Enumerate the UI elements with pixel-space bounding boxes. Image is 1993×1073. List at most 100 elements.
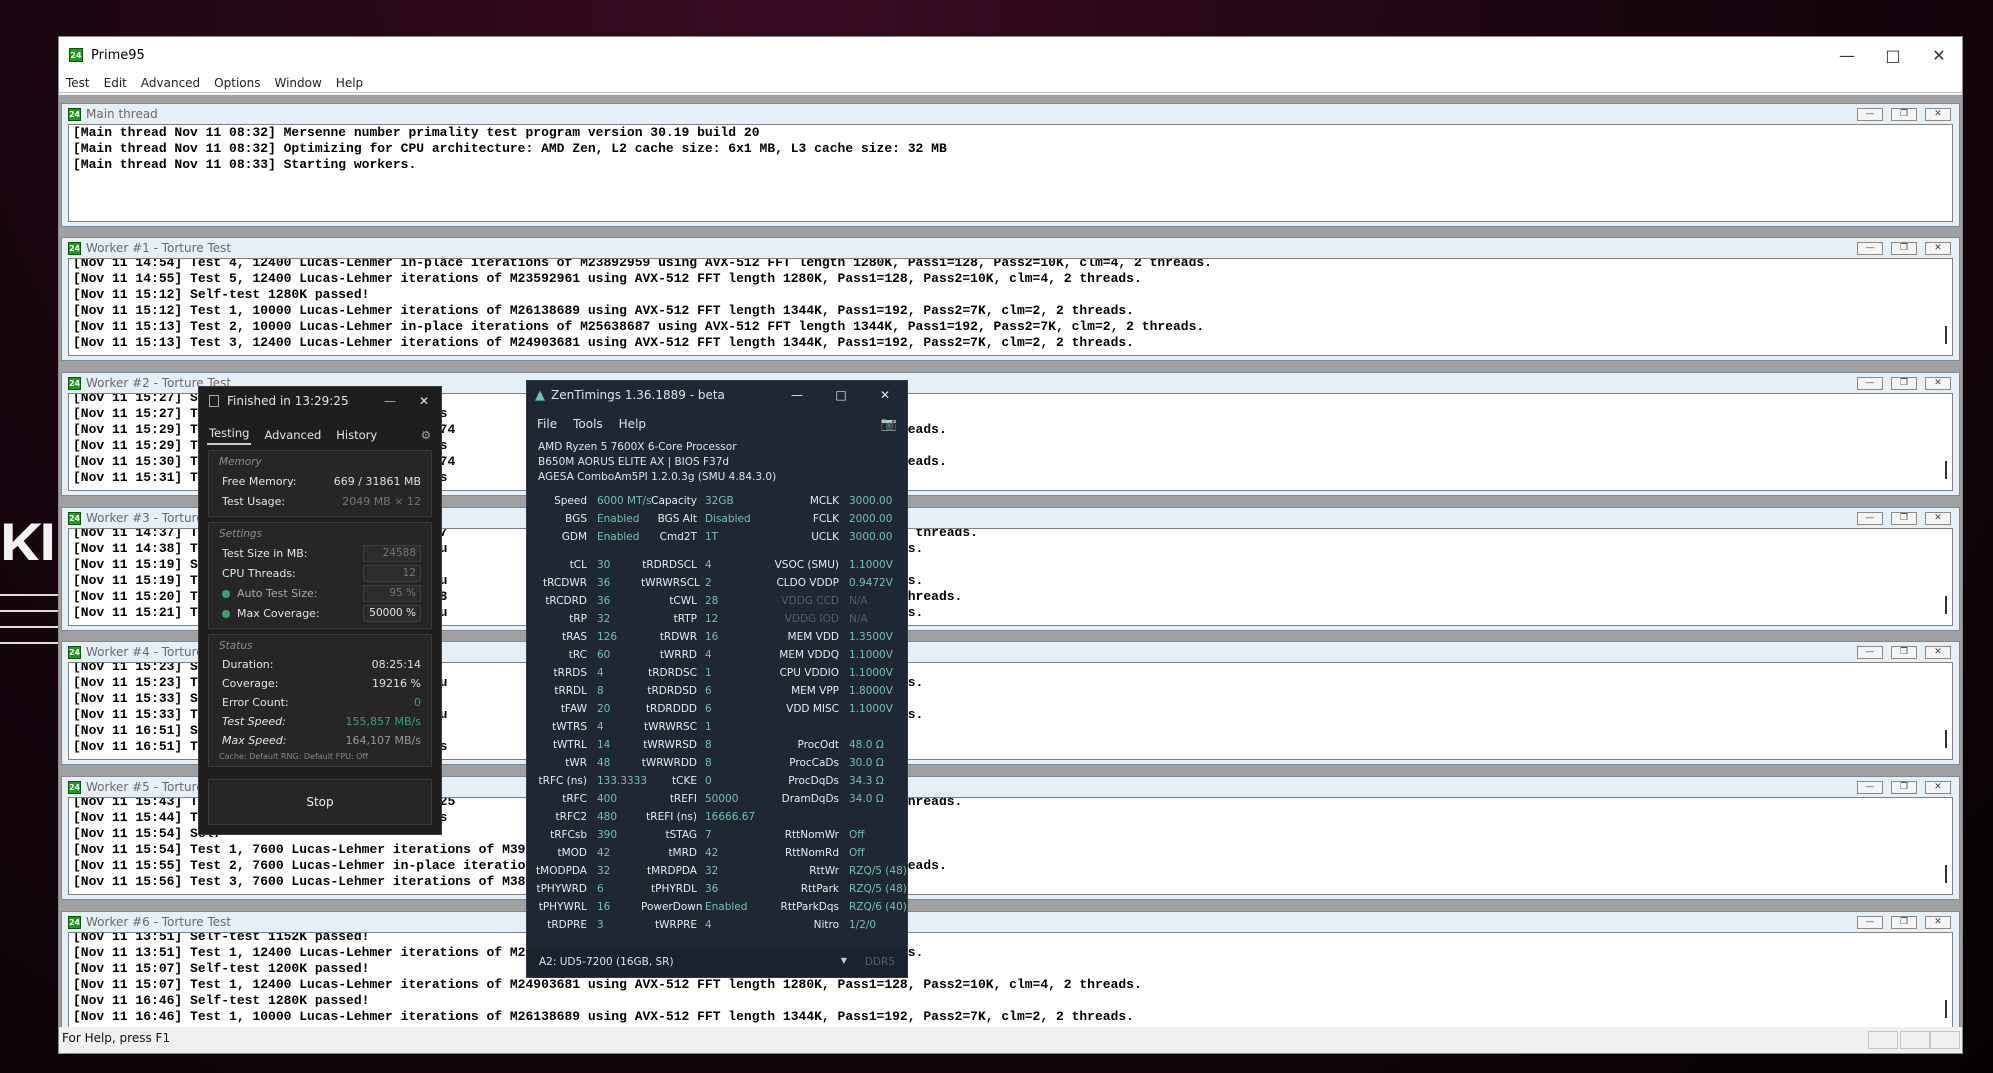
scroll-indicator[interactable] [1945,865,1947,883]
timing-value: 4 [705,559,712,571]
timing-label: tRP [569,613,587,625]
timing-value: 12 [705,613,719,625]
close-button[interactable]: ✕ [1925,780,1951,794]
timing-row: BGS Enabled BGS Alt Disabled FCLK 2000.00 [527,513,907,529]
max-speed-row: Max Speed: 164,107 MB/s [209,731,431,750]
restore-button[interactable]: ❐ [1891,376,1917,390]
close-button[interactable]: ✕ [1916,37,1962,73]
timing-label: tRCDRD [545,595,587,607]
minimize-button[interactable]: — [1857,915,1883,929]
memory-section-label: Memory [219,456,262,468]
error-count-row: Error Count: 0 [209,693,431,712]
close-button[interactable]: ✕ [1925,645,1951,659]
minimize-button[interactable]: — [1857,645,1883,659]
minimize-button[interactable]: — [373,394,407,408]
timing-value: 1 [705,667,712,679]
minimize-button[interactable]: — [1857,107,1883,121]
tab-history[interactable]: History [334,427,379,445]
timing-label: MCLK [809,495,839,507]
zentimings-titlebar[interactable]: ▲ ZenTimings 1.36.1889 - beta — □ ✕ [527,381,907,409]
timing-value: 400 [597,793,618,805]
error-count-value: 0 [414,696,421,709]
worker-icon: 24 [68,915,81,929]
child-titlebar[interactable]: 24 Worker #1 - Torture Test — ❐ ✕ [62,238,1959,258]
menu-test[interactable]: Test [59,76,97,90]
scroll-indicator[interactable] [1945,326,1947,344]
tab-advanced[interactable]: Advanced [262,427,323,445]
timing-value: 390 [597,829,618,841]
restore-button[interactable]: ❐ [1891,780,1917,794]
minimize-button[interactable]: — [1857,511,1883,525]
gear-icon[interactable]: ⚙ [419,427,433,445]
child-title: Main thread [86,107,158,121]
timing-label: ProcOdt [797,739,839,751]
minimize-button[interactable]: — [1857,376,1883,390]
timing-value: 0.9472V [849,577,893,589]
restore-button[interactable]: ❐ [1891,511,1917,525]
timing-label: tCWL [669,595,697,607]
close-button[interactable]: ✕ [1925,107,1951,121]
occt-titlebar[interactable]: Finished in 13:29:25 — ✕ [199,387,441,415]
timing-value: 6 [597,883,604,895]
restore-button[interactable]: ❐ [1891,107,1917,121]
timing-value: 48 [597,757,611,769]
scroll-indicator[interactable] [1945,596,1947,614]
memory-section: Memory Free Memory: 669 / 31861 MB Test U… [208,450,432,517]
restore-button[interactable]: ❐ [1891,241,1917,255]
max-coverage-toggle[interactable] [222,609,230,618]
child-titlebar[interactable]: 24 Worker #6 - Torture Test — ❐ ✕ [62,912,1959,932]
timing-label: VDD MISC [786,703,839,715]
minimize-button[interactable]: — [1857,780,1883,794]
scroll-indicator[interactable] [1945,730,1947,748]
auto-test-size-input[interactable]: 95 % [363,584,421,602]
menu-tools[interactable]: Tools [573,417,603,431]
log-line: [Main thread Nov 11 08:33] Starting work… [73,157,417,172]
child-titlebar[interactable]: 24 Main thread — ❐ ✕ [62,104,1959,124]
log-text-area[interactable]: [Nov 11 14:54] Test 4, 12400 Lucas-Lehme… [68,258,1953,356]
log-line: [Nov 11 15:56] Test 3, 7600 Lucas-Lehmer… [73,874,885,889]
timing-label: tWTRS [552,721,587,733]
prime95-titlebar[interactable]: 24 Prime95 — □ ✕ [59,37,1962,73]
test-size-input[interactable]: 24588 [363,544,421,562]
timing-label: VSOC (SMU) [774,559,839,571]
restore-button[interactable]: ❐ [1891,915,1917,929]
close-button[interactable]: ✕ [863,388,907,402]
timing-label: RttWr [809,865,839,877]
dimm-select[interactable]: A2: UD5-7200 (16GB, SR) ▼ [539,951,853,973]
menu-help[interactable]: Help [619,417,646,431]
menu-help[interactable]: Help [329,76,370,90]
menu-file[interactable]: File [537,417,557,431]
timing-label: tMOD [557,847,587,859]
close-button[interactable]: ✕ [407,394,441,408]
close-button[interactable]: ✕ [1925,511,1951,525]
tab-testing[interactable]: Testing [207,425,252,445]
maximize-button[interactable]: □ [819,388,863,402]
menu-advanced[interactable]: Advanced [134,76,207,90]
minimize-button[interactable]: — [1824,37,1870,73]
timing-value: 4 [705,649,712,661]
log-text-area[interactable]: [Main thread Nov 11 08:32] Mersenne numb… [68,124,1953,222]
log-line: [Nov 11 15:07] Test 1, 12400 Lucas-Lehme… [73,977,1142,992]
max-coverage-input[interactable]: 50000 % [363,604,421,622]
menu-options[interactable]: Options [207,76,267,90]
minimize-button[interactable]: — [1857,241,1883,255]
auto-test-size-toggle[interactable] [222,589,230,598]
scroll-indicator[interactable] [1945,1000,1947,1018]
close-button[interactable]: ✕ [1925,915,1951,929]
timing-label: tRDPRE [547,919,587,931]
dimm-select-value: A2: UD5-7200 (16GB, SR) [539,956,674,968]
timing-label: CPU VDDIO [779,667,839,679]
camera-icon[interactable]: 📷 [881,417,897,432]
close-button[interactable]: ✕ [1925,376,1951,390]
close-button[interactable]: ✕ [1925,241,1951,255]
log-text-area[interactable]: [Nov 11 13:51] Self-test 1152K passed! [N… [68,932,1953,1030]
stop-button[interactable]: Stop [208,779,432,825]
menu-edit[interactable]: Edit [97,76,134,90]
maximize-button[interactable]: □ [1870,37,1916,73]
timing-value: 36 [597,577,611,589]
menu-window[interactable]: Window [267,76,328,90]
minimize-button[interactable]: — [775,388,819,402]
restore-button[interactable]: ❐ [1891,645,1917,659]
cpu-threads-input[interactable]: 12 [363,564,421,582]
scroll-indicator[interactable] [1945,461,1947,479]
